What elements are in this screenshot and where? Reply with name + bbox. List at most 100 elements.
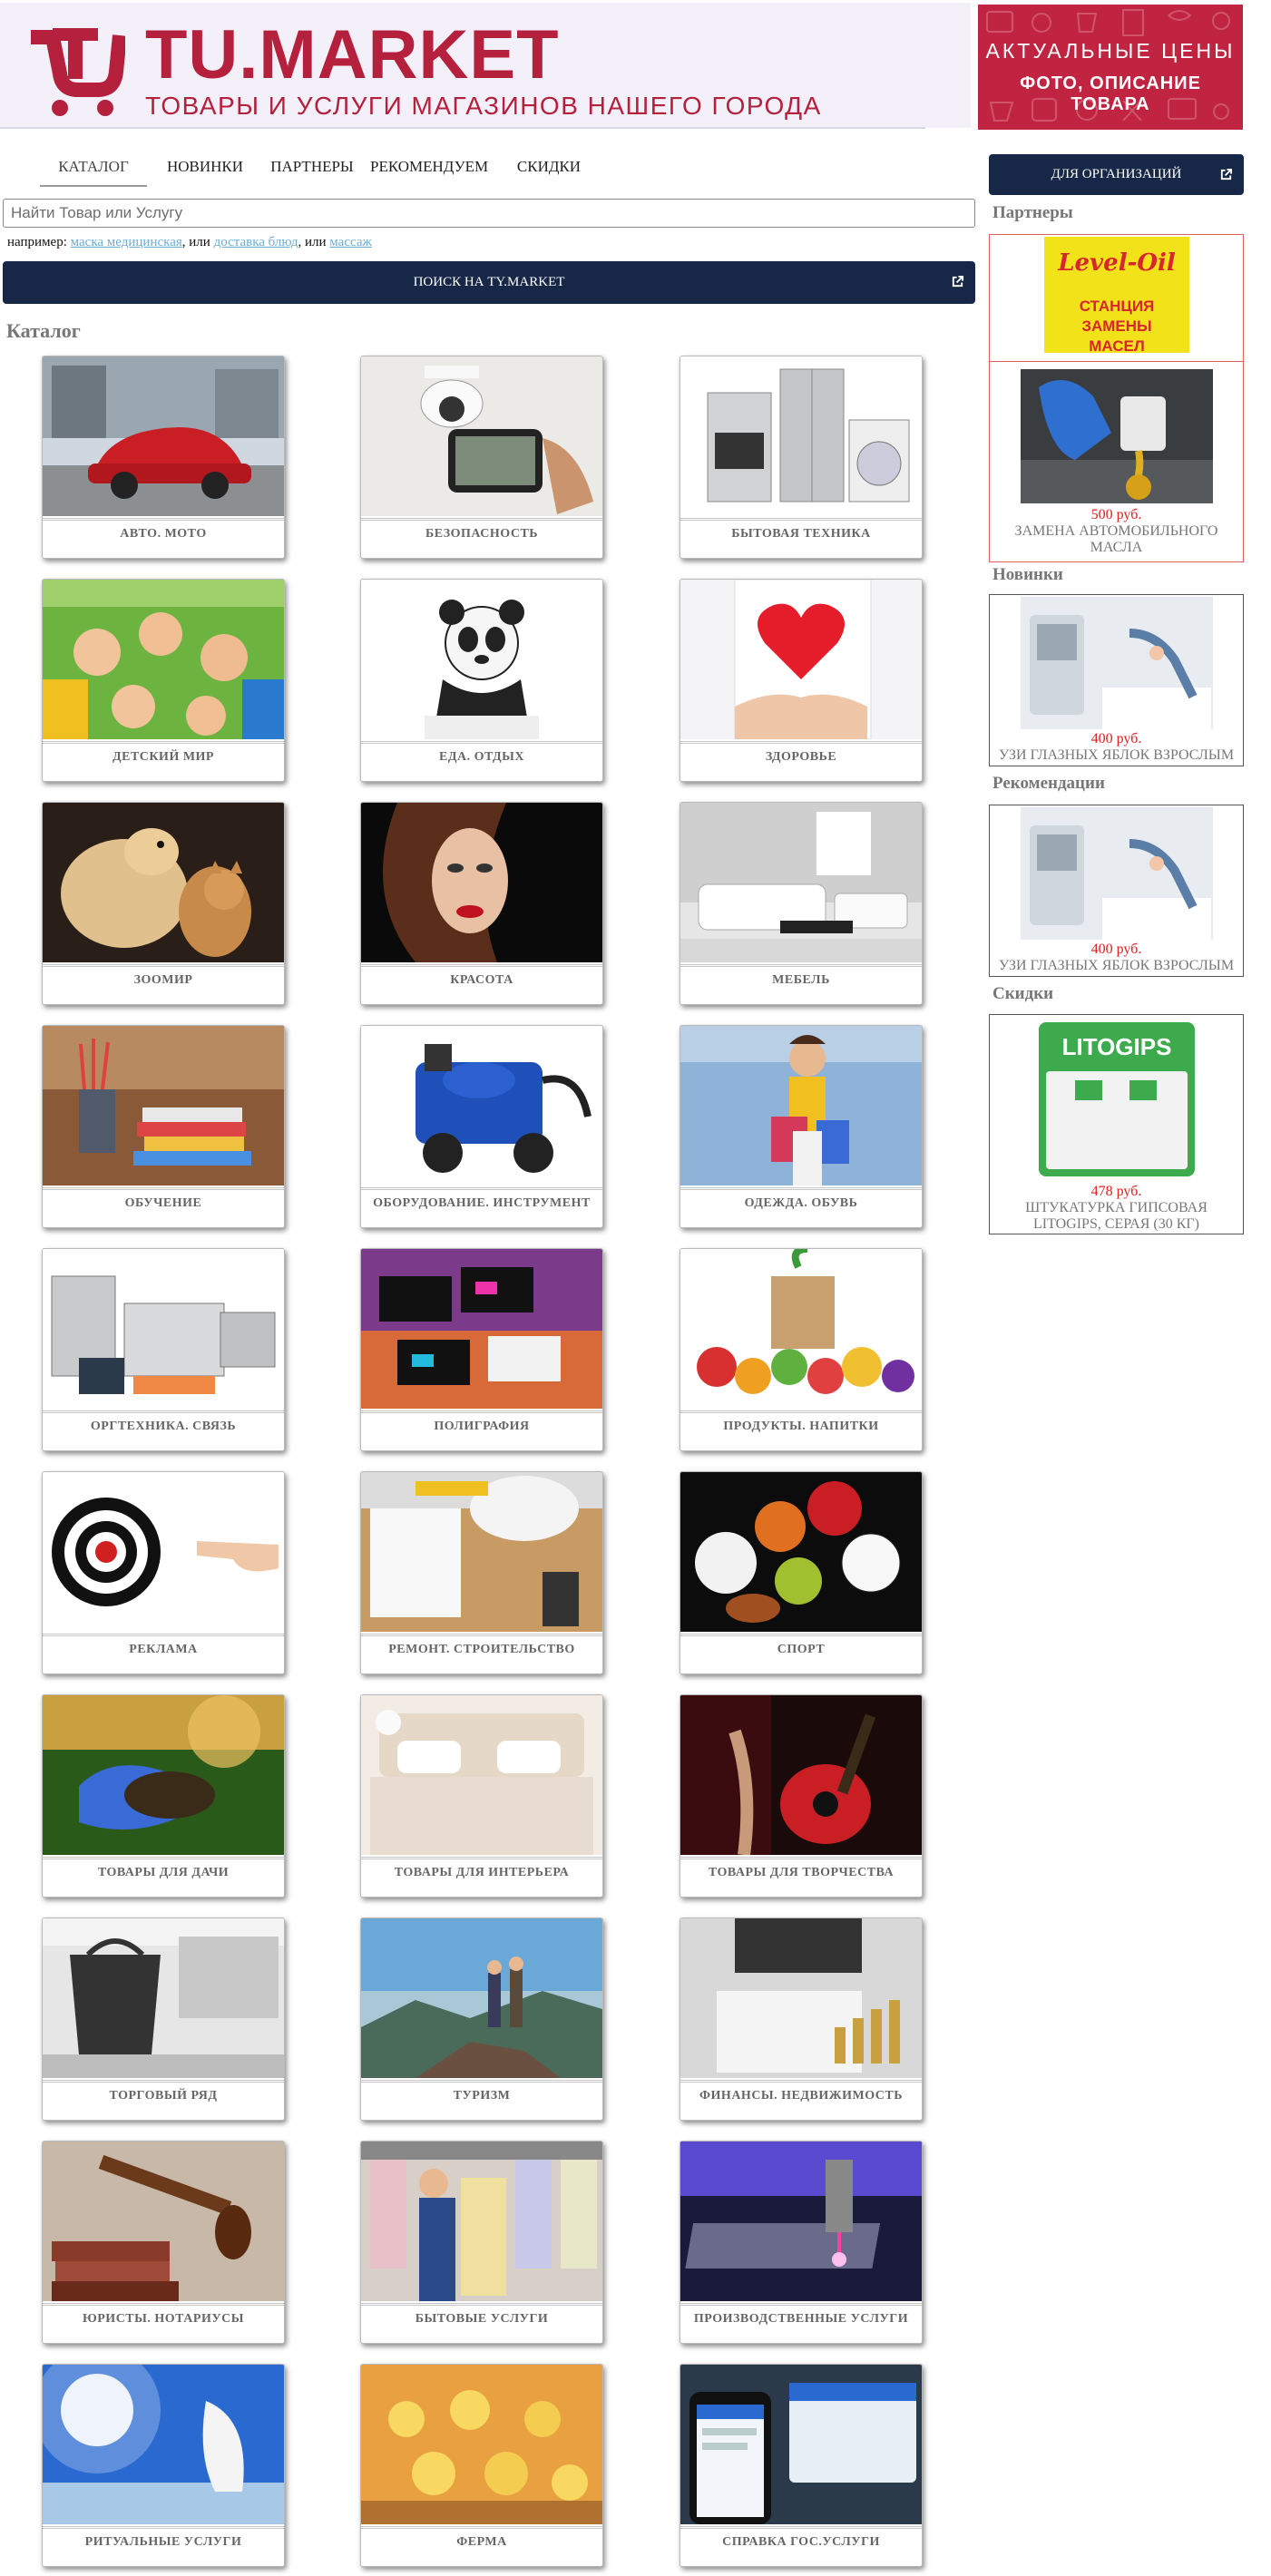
printers-photo <box>43 1249 284 1409</box>
recommended-product-card[interactable]: 400 руб. УЗИ ГЛАЗНЫХ ЯБЛОК ВЗРОСЛЫМ <box>989 805 1244 977</box>
catalog-card[interactable]: ОРГТЕХНИКА. СВЯЗЬ <box>42 1248 285 1451</box>
catalog-grid: АВТО. МОТО БЕЗОПАСНОСТЬ БЫТОВАЯ ТЕХНИКА ДЕТ… <box>0 356 975 2569</box>
catalog-card-label: ТУРИЗМ <box>361 2080 602 2120</box>
example-link-mask[interactable]: маска медицинская <box>71 235 182 249</box>
gavel-books-photo <box>43 2142 284 2301</box>
white-sofa-photo <box>680 803 922 962</box>
blue-machine-photo <box>361 1026 602 1186</box>
catalog-card[interactable]: ФИНАНСЫ. НЕДВИЖИМОСТЬ <box>679 1917 923 2121</box>
examples-prefix: например: <box>7 235 67 249</box>
catalog-card[interactable]: ФЕРМА <box>360 2364 603 2567</box>
catalog-card[interactable]: СПРАВКА ГОС.УСЛУГИ <box>679 2364 923 2567</box>
partner-product-price: 500 руб. <box>1090 507 1142 522</box>
promo-banner[interactable]: АКТУАЛЬНЫЕ ЦЕНЫ ФОТО, ОПИСАНИЕ ТОВАРА <box>978 5 1243 130</box>
partners-heading: Партнеры <box>992 203 1073 222</box>
for-organizations-button[interactable]: ДЛЯ ОРГАНИЗАЦИЙ <box>989 154 1244 195</box>
target-hand-photo <box>43 1472 284 1632</box>
catalog-card[interactable]: ТОВАРЫ ДЛЯ ДАЧИ <box>42 1694 285 1898</box>
car-photo <box>43 356 284 516</box>
nav-item-new[interactable]: НОВИНКИ <box>160 156 250 187</box>
catalog-card[interactable]: ПОЛИГРАФИЯ <box>360 1248 603 1451</box>
catalog-card-label: МЕБЕЛЬ <box>680 964 922 1004</box>
catalog-card[interactable]: КРАСОТА <box>360 802 603 1005</box>
beauty-face-photo <box>361 803 602 962</box>
catalog-card[interactable]: ЮРИСТЫ. НОТАРИУСЫ <box>42 2141 285 2344</box>
brand-tagline: ТОВАРЫ И УСЛУГИ МАГАЗИНОВ НАШЕГО ГОРОДА <box>145 92 822 120</box>
catalog-card-label: ПРОИЗВОДСТВЕННЫЕ УСЛУГИ <box>680 2303 922 2343</box>
catalog-card-label: ФИНАНСЫ. НЕДВИЖИМОСТЬ <box>680 2080 922 2120</box>
catalog-card[interactable]: ОДЕЖДА. ОБУВЬ <box>679 1025 923 1228</box>
heart-hands-photo <box>680 580 922 739</box>
catalog-card-label: ТОВАРЫ ДЛЯ ТВОРЧЕСТВА <box>680 1857 922 1897</box>
nav-item-partners[interactable]: ПАРТНЕРЫ <box>267 156 357 187</box>
brand-banner[interactable]: TU.MARKET ТОВАРЫ И УСЛУГИ МАГАЗИНОВ НАШЕ… <box>0 3 971 128</box>
guitar-photo <box>680 1695 922 1855</box>
catalog-card[interactable]: ОБУЧЕНИЕ <box>42 1025 285 1228</box>
recommended-product-name: УЗИ ГЛАЗНЫХ ЯБЛОК ВЗРОСЛЫМ <box>998 958 1235 973</box>
example-link-delivery[interactable]: доставка блюд <box>214 235 298 249</box>
catalog-card[interactable]: ЗДОРОВЬЕ <box>679 579 923 782</box>
shopping-cart-logo-icon <box>31 28 125 116</box>
example-link-massage[interactable]: массаж <box>329 235 372 249</box>
new-product-name: УЗИ ГЛАЗНЫХ ЯБЛОК ВЗРОСЛЫМ <box>998 747 1235 763</box>
catalog-card[interactable]: ТОВАРЫ ДЛЯ ИНТЕРЬЕРА <box>360 1694 603 1898</box>
catalog-card[interactable]: РЕКЛАМА <box>42 1471 285 1674</box>
catalog-card[interactable]: ТОВАРЫ ДЛЯ ТВОРЧЕСТВА <box>679 1694 923 1898</box>
oil-pour-photo[interactable] <box>1021 369 1213 503</box>
catalog-card[interactable]: ТОРГОВЫЙ РЯД <box>42 1917 285 2121</box>
soil-gloves-photo <box>43 1695 284 1855</box>
catalog-card-label: ДЕТСКИЙ МИР <box>43 741 284 781</box>
partner-product-name[interactable]: ЗАМЕНА АВТОМОБИЛЬНОГО МАСЛА <box>990 523 1243 556</box>
nav-item-catalog[interactable]: КАТАЛОГ <box>40 156 147 187</box>
shopping-bag-store-photo <box>43 1918 284 2078</box>
new-product-card[interactable]: 400 руб. УЗИ ГЛАЗНЫХ ЯБЛОК ВЗРОСЛЫМ <box>989 594 1244 766</box>
children-photo <box>43 580 284 739</box>
nav-item-discounts[interactable]: СКИДКИ <box>508 156 590 187</box>
catalog-card-label: ОДЕЖДА. ОБУВЬ <box>680 1187 922 1227</box>
catalog-card-label: БЕЗОПАСНОСТЬ <box>361 518 602 558</box>
nav-item-recommended[interactable]: РЕКОМЕНДУЕМ <box>370 156 488 187</box>
catalog-card[interactable]: ПРОИЗВОДСТВЕННЫЕ УСЛУГИ <box>679 2141 923 2344</box>
catalog-card-label: СПОРТ <box>680 1634 922 1673</box>
external-link-icon <box>1220 168 1233 181</box>
catalog-card[interactable]: МЕБЕЛЬ <box>679 802 923 1005</box>
catalog-card[interactable]: БЕЗОПАСНОСТЬ <box>360 356 603 559</box>
partner-logo-subtitle: СТАНЦИЯ ЗАМЕНЫ МАСЕЛ <box>1079 298 1155 355</box>
discount-product-name: ШТУКАТУРКА ГИПСОВАЯ LITOGIPS, СЕРАЯ (30 … <box>1025 1200 1207 1232</box>
catalog-card-label: БЫТОВАЯ ТЕХНИКА <box>680 518 922 558</box>
partner-logo-brand: Level-Oil <box>1058 249 1176 277</box>
search-input[interactable] <box>3 199 975 228</box>
litogips-bag-photo: LITOGIPS <box>1021 1017 1213 1182</box>
discount-product-card[interactable]: LITOGIPS 478 руб. ШТУКАТУРКА ГИПСОВАЯ LI… <box>989 1014 1244 1234</box>
catalog-card[interactable]: БЫТОВАЯ ТЕХНИКА <box>679 356 923 559</box>
catalog-card[interactable]: БЫТОВЫЕ УСЛУГИ <box>360 2141 603 2344</box>
catalog-card-label: ЗООМИР <box>43 964 284 1004</box>
new-heading: Новинки <box>992 565 1063 584</box>
catalog-card[interactable]: ТУРИЗМ <box>360 1917 603 2121</box>
panda-photo <box>361 580 602 739</box>
catalog-card[interactable]: ОБОРУДОВАНИЕ. ИНСТРУМЕНТ <box>360 1025 603 1228</box>
discounts-heading: Скидки <box>992 984 1054 1003</box>
catalog-card[interactable]: ЕДА. ОТДЫХ <box>360 579 603 782</box>
header-divider <box>0 127 925 129</box>
partner-logo-level-oil[interactable]: Level-Oil СТАНЦИЯ ЗАМЕНЫ МАСЕЛ <box>1044 237 1189 355</box>
catalog-card-label: ЮРИСТЫ. НОТАРИУСЫ <box>43 2303 284 2343</box>
catalog-card[interactable]: АВТО. МОТО <box>42 356 285 559</box>
catalog-card[interactable]: РИТУАЛЬНЫЕ УСЛУГИ <box>42 2364 285 2567</box>
catalog-card-label: ОБОРУДОВАНИЕ. ИНСТРУМЕНТ <box>361 1187 602 1227</box>
search-button[interactable]: ПОИСК НА TY.MARKET <box>3 261 975 304</box>
catalog-card-label: СПРАВКА ГОС.УСЛУГИ <box>680 2526 922 2566</box>
catalog-card[interactable]: РЕМОНТ. СТРОИТЕЛЬСТВО <box>360 1471 603 1674</box>
groceries-photo <box>680 1249 922 1409</box>
promo-line-1: АКТУАЛЬНЫЕ ЦЕНЫ <box>985 39 1236 63</box>
examples-separator: , или <box>298 235 327 249</box>
catalog-card[interactable]: ЗООМИР <box>42 802 285 1005</box>
search-button-label: ПОИСК НА TY.MARKET <box>413 275 565 289</box>
catalog-card[interactable]: ДЕТСКИЙ МИР <box>42 579 285 782</box>
catalog-card[interactable]: ПРОДУКТЫ. НАПИТКИ <box>679 1248 923 1451</box>
recommended-heading: Рекомендации <box>992 774 1105 793</box>
site-header: TU.MARKET ТОВАРЫ И УСЛУГИ МАГАЗИНОВ НАШЕ… <box>0 0 1271 132</box>
dry-cleaning-photo <box>361 2142 602 2301</box>
shopping-girl-photo <box>680 1026 922 1186</box>
catalog-card[interactable]: СПОРТ <box>679 1471 923 1674</box>
